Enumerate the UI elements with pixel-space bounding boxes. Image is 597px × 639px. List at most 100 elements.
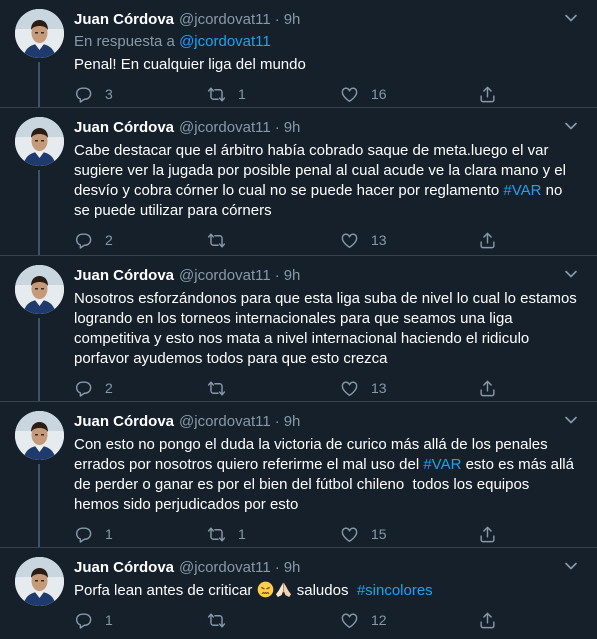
reply-count: 3 (105, 86, 113, 102)
like-count: 13 (371, 232, 387, 248)
reply-bubble-icon (74, 379, 93, 398)
like-button[interactable]: 13 (340, 231, 473, 250)
avatar[interactable] (15, 117, 64, 166)
share-button[interactable] (478, 231, 497, 250)
retweet-button[interactable] (207, 379, 340, 398)
reply-button[interactable]: 2 (74, 231, 207, 250)
timestamp[interactable]: 9h (284, 118, 301, 138)
tweet-header: Juan Córdova @jcordovat11 · 9h (74, 118, 585, 138)
like-button[interactable]: 16 (340, 85, 473, 104)
share-icon (478, 611, 497, 630)
tweet-text: Cabe destacar que el árbitro había cobra… (74, 141, 585, 221)
chevron-down-icon[interactable] (561, 8, 581, 28)
tweet[interactable]: Juan Córdova @jcordovat11 · 9h Con esto … (0, 402, 597, 548)
reply-button[interactable]: 1 (74, 611, 207, 630)
separator: · (274, 119, 280, 136)
text-segment: Cabe destacar que el árbitro había cobra… (74, 142, 571, 199)
timestamp[interactable]: 9h (284, 412, 301, 432)
share-button[interactable] (478, 525, 497, 544)
share-button[interactable] (478, 85, 497, 104)
folded-hands-emoji (275, 582, 291, 598)
author-name[interactable]: Juan Córdova (74, 412, 174, 432)
tweet[interactable]: Juan Córdova @jcordovat11 · 9h Porfa lea… (0, 548, 597, 635)
text-segment: Porfa lean antes de criticar (74, 582, 257, 599)
hashtag-link[interactable]: #sincolores (357, 582, 433, 599)
reply-count: 1 (105, 612, 113, 628)
chevron-down-icon[interactable] (561, 264, 581, 284)
timestamp[interactable]: 9h (284, 266, 301, 286)
timestamp[interactable]: 9h (284, 558, 301, 578)
heart-icon (340, 379, 359, 398)
timestamp[interactable]: 9h (284, 10, 301, 30)
like-count: 16 (371, 86, 387, 102)
tweet[interactable]: Juan Córdova @jcordovat11 · 9h Cabe dest… (0, 108, 597, 256)
heart-icon (340, 231, 359, 250)
hashtag-link[interactable]: #VAR (503, 182, 541, 199)
author-name[interactable]: Juan Córdova (74, 118, 174, 138)
heart-icon (340, 85, 359, 104)
chevron-down-icon[interactable] (561, 410, 581, 430)
share-button[interactable] (478, 611, 497, 630)
separator: · (274, 559, 280, 576)
retweet-icon (207, 379, 226, 398)
author-handle[interactable]: @jcordovat11 (179, 118, 271, 138)
reply-count: 1 (105, 526, 113, 542)
reply-button[interactable]: 2 (74, 379, 207, 398)
author-name[interactable]: Juan Córdova (74, 266, 174, 286)
retweet-icon (207, 611, 226, 630)
action-bar: 2 13 (74, 221, 585, 259)
heart-icon (340, 611, 359, 630)
avatar[interactable] (15, 9, 64, 58)
thread-connector-line (38, 62, 40, 107)
separator: · (274, 11, 280, 28)
author-name[interactable]: Juan Córdova (74, 10, 174, 30)
author-name[interactable]: Juan Córdova (74, 558, 174, 578)
avatar[interactable] (15, 265, 64, 314)
share-icon (478, 525, 497, 544)
reply-prefix: En respuesta a (74, 33, 175, 50)
retweet-icon (207, 525, 226, 544)
share-icon (478, 85, 497, 104)
author-handle[interactable]: @jcordovat11 (179, 558, 271, 578)
retweet-button[interactable] (207, 611, 340, 630)
like-button[interactable]: 13 (340, 379, 473, 398)
reply-context: En respuesta a @jcordovat11 (74, 32, 585, 52)
like-button[interactable]: 12 (340, 611, 473, 630)
reply-button[interactable]: 1 (74, 525, 207, 544)
tweet-text: Nosotros esforzándonos para que esta lig… (74, 290, 581, 367)
tweet[interactable]: Juan Córdova @jcordovat11 · 9h Nosotros … (0, 256, 597, 402)
separator: · (274, 267, 280, 284)
chevron-down-icon[interactable] (561, 556, 581, 576)
like-count: 12 (371, 612, 387, 628)
chevron-down-icon[interactable] (561, 116, 581, 136)
thread-connector-line (38, 464, 40, 547)
author-handle[interactable]: @jcordovat11 (179, 266, 271, 286)
reply-count: 2 (105, 380, 113, 396)
tweet-header: Juan Córdova @jcordovat11 · 9h (74, 558, 585, 578)
reply-count: 2 (105, 232, 113, 248)
hashtag-link[interactable]: #VAR (423, 456, 461, 473)
avatar[interactable] (15, 557, 64, 606)
reply-bubble-icon (74, 231, 93, 250)
tweet-header: Juan Córdova @jcordovat11 · 9h (74, 266, 585, 286)
retweet-button[interactable] (207, 231, 340, 250)
text-segment: saludos (292, 582, 357, 599)
reply-link[interactable]: @jcordovat11 (179, 33, 271, 50)
author-handle[interactable]: @jcordovat11 (179, 10, 271, 30)
tweet-text: Con esto no pongo el duda la victoria de… (74, 435, 585, 515)
like-count: 13 (371, 380, 387, 396)
retweet-count: 1 (238, 86, 246, 102)
retweet-icon (207, 85, 226, 104)
avatar[interactable] (15, 411, 64, 460)
tweet[interactable]: Juan Córdova @jcordovat11 · 9h En respue… (0, 0, 597, 108)
persevering-face-emoji (257, 581, 273, 598)
like-count: 15 (371, 526, 387, 542)
share-icon (478, 379, 497, 398)
reply-button[interactable]: 3 (74, 85, 207, 104)
like-button[interactable]: 15 (340, 525, 473, 544)
author-handle[interactable]: @jcordovat11 (179, 412, 271, 432)
reply-bubble-icon (74, 85, 93, 104)
retweet-button[interactable]: 1 (207, 525, 340, 544)
retweet-button[interactable]: 1 (207, 85, 340, 104)
share-button[interactable] (478, 379, 497, 398)
